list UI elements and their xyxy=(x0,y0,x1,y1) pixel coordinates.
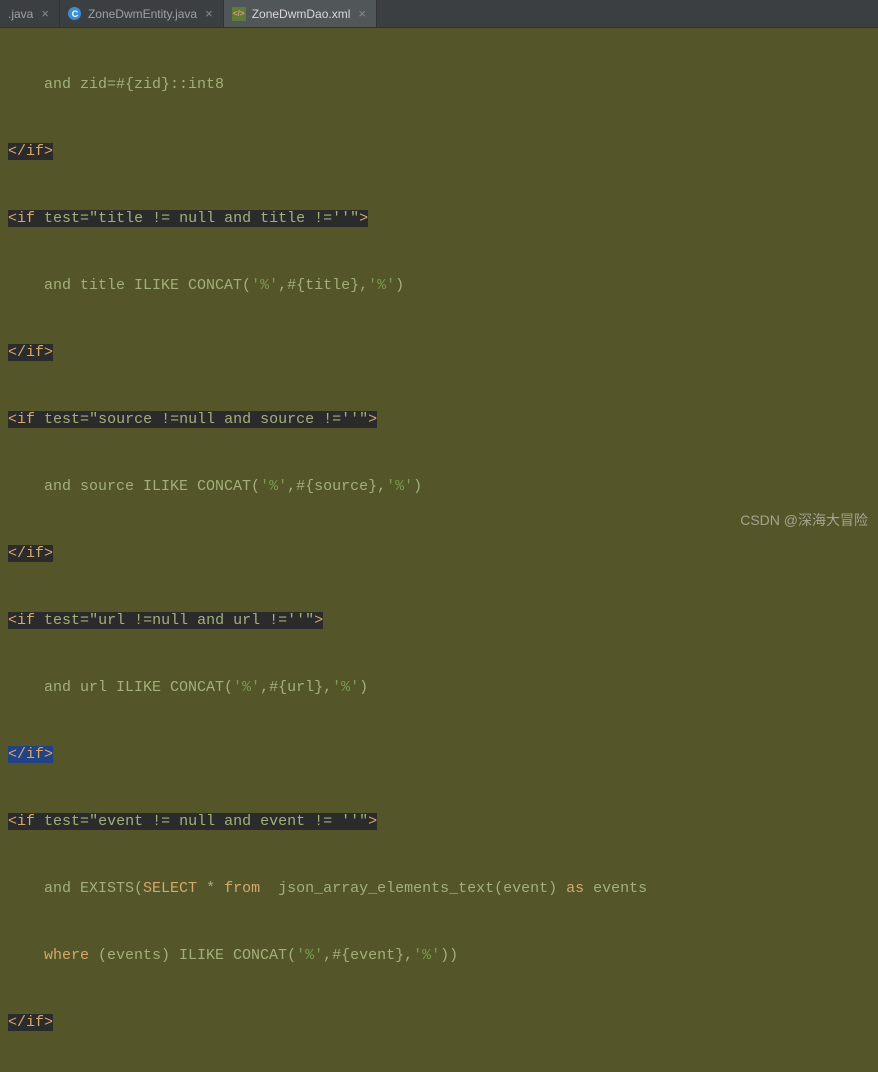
tab-label: ZoneDwmEntity.java xyxy=(88,7,197,21)
close-icon[interactable]: × xyxy=(205,6,213,21)
code-line: and zid=#{zid}::int8 xyxy=(8,68,878,102)
code-line: and source ILIKE CONCAT('%',#{source},'%… xyxy=(8,470,878,504)
code-line: <if test="event != null and event != ''"… xyxy=(8,805,878,839)
tab-java[interactable]: .java × xyxy=(0,0,60,27)
code-line: <if test="url !=null and url !=''"> xyxy=(8,604,878,638)
code-line: <if test="title != null and title !=''"> xyxy=(8,202,878,236)
code-line: </if> xyxy=(8,135,878,169)
tab-label: ZoneDwmDao.xml xyxy=(252,7,351,21)
close-icon[interactable]: × xyxy=(358,6,366,21)
code-line: and EXISTS(SELECT * from json_array_elem… xyxy=(8,872,878,906)
code-line: </if> xyxy=(8,738,878,772)
class-icon: C xyxy=(68,7,82,21)
watermark: CSDN @深海大冒险 xyxy=(740,510,868,530)
code-line: <if test="source !=null and source !=''"… xyxy=(8,403,878,437)
xml-icon xyxy=(232,7,246,21)
code-editor[interactable]: and zid=#{zid}::int8 </if> <if test="tit… xyxy=(0,28,878,1072)
tab-label: .java xyxy=(8,7,33,21)
tab-dao-xml[interactable]: ZoneDwmDao.xml × xyxy=(224,0,377,27)
code-line: </if> xyxy=(8,336,878,370)
tab-entity[interactable]: C ZoneDwmEntity.java × xyxy=(60,0,224,27)
tab-bar: .java × C ZoneDwmEntity.java × ZoneDwmDa… xyxy=(0,0,878,28)
code-line: </if> xyxy=(8,1006,878,1040)
code-line: where (events) ILIKE CONCAT('%',#{event}… xyxy=(8,939,878,973)
code-line: </if> xyxy=(8,537,878,571)
code-line: and title ILIKE CONCAT('%',#{title},'%') xyxy=(8,269,878,303)
code-line: and url ILIKE CONCAT('%',#{url},'%') xyxy=(8,671,878,705)
close-icon[interactable]: × xyxy=(41,6,49,21)
